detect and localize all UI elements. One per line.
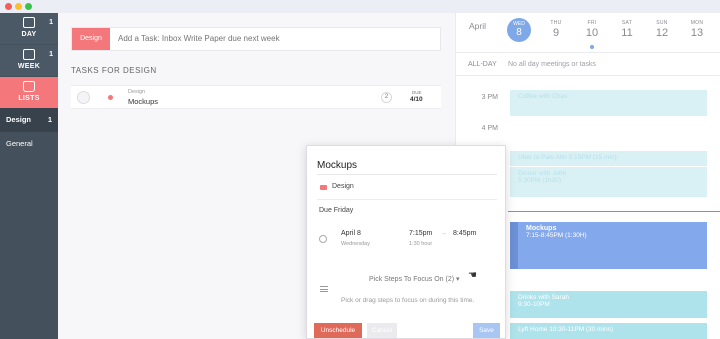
calendar-event[interactable]: Uber to Palo Alto 5:15PM (15 min) [510,151,707,166]
task-category: Design [128,89,146,95]
day-column-mon[interactable]: MON 13 [682,20,712,39]
task-checkbox[interactable] [77,91,90,104]
day-date: 13 [690,27,704,39]
event-title: Uber to Palo Alto [518,154,567,161]
task-row[interactable]: Design Mockups 2 DUE 4/10 [71,85,441,109]
calendar-header: April WED 8 THU 9 FRI 10 SAT 11 SUN 12 M… [456,13,720,53]
list-color-dot [108,95,113,100]
event-time: 7:15-8:45PM (1:30H) [526,232,587,239]
day-name: MON [690,20,704,26]
day-column-fri[interactable]: FRI 10 [577,20,607,39]
day-name: SUN [656,20,668,26]
nav-day-label: DAY [21,31,37,38]
sidebar-item-label: General [6,139,33,148]
all-day-label: ALL-DAY [468,61,497,68]
day-column-sun[interactable]: SUN 12 [647,20,677,39]
calendar-event[interactable]: Coffee with Chas [510,90,707,116]
calendar-event[interactable]: Drinks with Sarah 9:30-10PM [510,291,707,318]
sidebar-item-general[interactable]: General [0,132,58,156]
nav-lists-button[interactable]: LISTS [0,77,58,108]
task-due-date: 4/10 [410,96,423,103]
hand-cursor-icon: ☚ [468,270,477,281]
sidebar-item-label: Design [6,115,32,124]
calendar-event[interactable]: Lyft Home 10:30-11PM (30 mins) [510,323,707,339]
event-time: 9:30-10PM [518,301,550,308]
task-schedule-popup: Mockups Design Due Friday April 8 Wednes… [306,145,506,339]
day-date: 12 [655,27,669,39]
nav-week-label: WEEK [17,63,41,70]
task-due-label: DUE [412,90,422,95]
hour-label: 4 PM [481,125,498,132]
day-date: 11 [621,27,633,39]
day-column-wed[interactable]: WED 8 [507,18,531,42]
list-icon [320,286,328,292]
pick-steps-hint: Pick or drag steps to focus on during th… [341,297,475,304]
week-count: 1 [49,51,53,58]
unschedule-button[interactable]: Unschedule [314,323,362,338]
divider [317,174,497,175]
calendar-event-mockups[interactable]: Mockups 7:15-8:45PM (1:30H) [510,222,707,269]
nav-lists-label: LISTS [18,95,40,102]
hour-label: 3 PM [481,94,498,101]
day-date: 10 [585,27,599,39]
schedule-weekday: Wednesday [341,241,370,247]
event-time: 5:15PM (15 min) [568,154,617,161]
inbox-icon [23,81,35,92]
day-name: THU [550,20,562,26]
all-day-text: No all day meetings or tasks [508,61,596,68]
task-steps-count: 2 [381,92,392,103]
event-title: Lyft Home [518,326,548,333]
event-title: Dinner with John [518,170,567,177]
calendar-month: April [469,21,487,31]
list-selector-tag[interactable]: Design [72,28,110,50]
day-date: 9 [552,27,560,39]
task-name: Mockups [128,97,159,106]
day-name: FRI [587,20,597,26]
section-title: TASKS FOR DESIGN [71,66,157,75]
calendar-day-icon [23,17,35,28]
day-count: 1 [49,19,53,26]
task-due-indicator [590,45,594,49]
popup-list-name[interactable]: Design [332,183,354,190]
inbox-icon [320,185,327,190]
sidebar-item-design[interactable]: Design 1 [0,108,58,132]
close-window-button[interactable] [5,3,12,10]
popup-title: Mockups [317,160,358,171]
start-time[interactable]: 7:15pm [409,230,432,237]
schedule-date[interactable]: April 8 [341,230,361,237]
duration: 1:30 hour [409,241,433,247]
event-title: Coffee with Chas [518,93,568,100]
current-time-line [508,211,720,212]
maximize-window-button[interactable] [25,3,32,10]
day-column-thu[interactable]: THU 9 [541,20,571,39]
day-name: SAT [621,20,633,26]
event-time: 10:30-11PM (30 mins) [549,326,614,333]
arrow-right-icon: → [440,230,447,237]
clock-icon [319,235,327,243]
calendar-event[interactable]: Dinner with John 5:30PM (1h30) [510,167,707,197]
add-task-input[interactable] [118,28,418,50]
nav-day-button[interactable]: 1 DAY [0,13,58,44]
day-column-sat[interactable]: SAT 11 [612,20,642,39]
end-time[interactable]: 8:45pm [453,230,476,237]
pick-steps-dropdown[interactable]: Pick Steps To Focus On (2) ▾ [369,275,460,283]
minimize-window-button[interactable] [15,3,22,10]
event-time: 5:30PM (1h30) [518,177,561,184]
cancel-button[interactable]: Cancel [367,323,397,338]
all-day-row: ALL-DAY No all day meetings or tasks [456,54,720,76]
day-date: 8 [516,27,522,38]
event-title: Mockups [526,225,557,232]
divider [317,199,497,200]
window-titlebar [0,0,720,13]
sidebar: 1 DAY 1 WEEK LISTS Design 1 General [0,13,58,339]
nav-week-button[interactable]: 1 WEEK [0,45,58,76]
event-title: Drinks with Sarah [518,294,569,301]
popup-due: Due Friday [319,207,354,214]
sidebar-item-count: 1 [47,115,52,124]
calendar-week-icon [23,49,35,60]
add-task-bar: Design [71,27,441,51]
save-button[interactable]: Save [473,323,500,338]
